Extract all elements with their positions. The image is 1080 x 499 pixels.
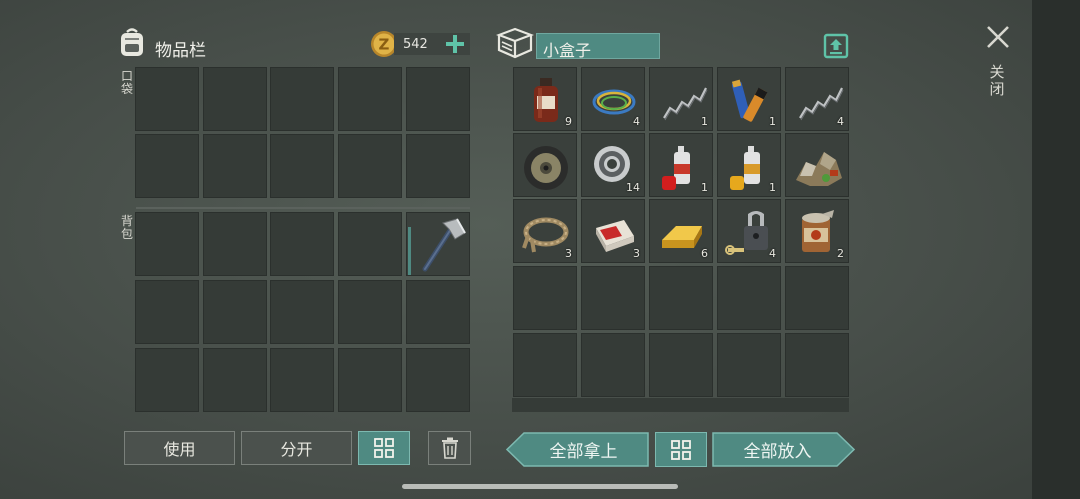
item-count: 4 (769, 247, 776, 260)
take-all-label: 全部拿上 (549, 442, 618, 462)
put-all-button[interactable]: 全部放入 (712, 432, 855, 467)
pocket-slot[interactable] (135, 134, 199, 198)
put-all-label: 全部放入 (743, 442, 812, 462)
close-icon (987, 26, 1009, 48)
backpack-slot[interactable] (135, 212, 199, 276)
right-edge-strip (1032, 0, 1080, 499)
item-count: 3 (565, 247, 572, 260)
pocket-slot[interactable] (203, 67, 267, 131)
item-slot-scrap-pile[interactable] (785, 133, 849, 197)
item-count: 1 (769, 115, 776, 128)
sort-up-button[interactable] (823, 33, 849, 59)
backpack-slot[interactable] (135, 280, 199, 344)
pocket-slot[interactable] (406, 134, 470, 198)
container-empty-slot[interactable] (581, 333, 645, 397)
item-count: 9 (565, 115, 572, 128)
container-empty-slot[interactable] (785, 333, 849, 397)
pocket-slot[interactable] (338, 67, 402, 131)
item-count: 6 (701, 247, 708, 260)
close-label: 关闭 (989, 63, 1005, 98)
item-slot-yellow-spray-can[interactable]: 1 (717, 133, 781, 197)
box-icon (495, 26, 535, 60)
backpack-slot[interactable] (338, 212, 402, 276)
home-indicator[interactable] (402, 484, 678, 489)
pocket-slot[interactable] (406, 67, 470, 131)
pocket-slot[interactable] (203, 134, 267, 198)
item-slot-batteries[interactable]: 1 (717, 67, 781, 131)
item-slot-rope[interactable]: 3 (513, 199, 577, 263)
inventory-title: 物品栏 (155, 41, 206, 61)
upload-icon (823, 33, 849, 59)
axe-icon (422, 218, 466, 272)
item-count: 1 (701, 181, 708, 194)
item-slot-bearing[interactable]: 14 (581, 133, 645, 197)
backpack-slot[interactable] (203, 280, 267, 344)
backpack-slot[interactable] (406, 280, 470, 344)
backpack-label: 背包 (120, 214, 133, 241)
item-count: 3 (633, 247, 640, 260)
backpack-slot[interactable] (270, 212, 334, 276)
item-slot-spring[interactable]: 1 (649, 67, 713, 131)
item-slot-gold-bar[interactable]: 6 (649, 199, 713, 263)
backpack-slot[interactable] (270, 280, 334, 344)
item-slot-spring[interactable]: 4 (785, 67, 849, 131)
section-divider (136, 207, 470, 209)
item-slot-cigarette-pack[interactable]: 3 (581, 199, 645, 263)
trash-icon (441, 437, 458, 459)
container-grid-view-button[interactable] (655, 432, 707, 467)
grid-icon (671, 439, 691, 460)
container-empty-slot[interactable] (717, 266, 781, 330)
axe-item-slot[interactable] (406, 212, 470, 276)
container-empty-slot[interactable] (513, 333, 577, 397)
container-empty-slot[interactable] (581, 266, 645, 330)
item-count: 2 (837, 247, 844, 260)
container-empty-slot[interactable] (717, 333, 781, 397)
item-slot-wire-coil[interactable]: 4 (581, 67, 645, 131)
pocket-slot[interactable] (338, 134, 402, 198)
backpack-slot[interactable] (203, 348, 267, 412)
take-all-button[interactable]: 全部拿上 (506, 432, 649, 467)
backpack-slot[interactable] (203, 212, 267, 276)
backpack-slot[interactable] (135, 348, 199, 412)
trash-button[interactable] (428, 431, 471, 465)
backpack-slot[interactable] (406, 348, 470, 412)
close-button[interactable] (985, 24, 1011, 50)
backpack-slot[interactable] (338, 280, 402, 344)
container-scrollbar[interactable] (512, 398, 849, 412)
pocket-slot[interactable] (135, 67, 199, 131)
item-slot-tin-can[interactable]: 2 (785, 199, 849, 263)
container-empty-slot[interactable] (649, 266, 713, 330)
split-button[interactable]: 分开 (241, 431, 352, 465)
scrap-pile-icon (792, 140, 844, 192)
container-name: 小盒子 (543, 41, 592, 60)
svg-text:Z: Z (379, 36, 390, 54)
item-count: 1 (769, 181, 776, 194)
add-coins-button[interactable] (444, 33, 466, 55)
pocket-label: 口袋 (120, 69, 133, 96)
item-count: 14 (626, 181, 640, 194)
wheel-disc-icon (520, 140, 572, 192)
item-slot-red-spray-can[interactable]: 1 (649, 133, 713, 197)
use-button[interactable]: 使用 (124, 431, 235, 465)
item-slot-medicine-bottle[interactable]: 9 (513, 67, 577, 131)
pocket-slot[interactable] (270, 67, 334, 131)
backpack-slot[interactable] (338, 348, 402, 412)
item-count: 4 (837, 115, 844, 128)
inventory-grid-view-button[interactable] (358, 431, 410, 465)
container-empty-slot[interactable] (785, 266, 849, 330)
backpack-slot[interactable] (270, 348, 334, 412)
item-slot-padlock-key[interactable]: 4 (717, 199, 781, 263)
pocket-slot[interactable] (270, 134, 334, 198)
grid-icon (374, 438, 394, 458)
container-empty-slot[interactable] (649, 333, 713, 397)
backpack-icon (117, 26, 147, 58)
item-slot-wheel-disc[interactable] (513, 133, 577, 197)
item-count: 1 (701, 115, 708, 128)
container-empty-slot[interactable] (513, 266, 577, 330)
plus-icon (446, 35, 464, 53)
item-count: 4 (633, 115, 640, 128)
coin-count: 542 (403, 37, 428, 52)
